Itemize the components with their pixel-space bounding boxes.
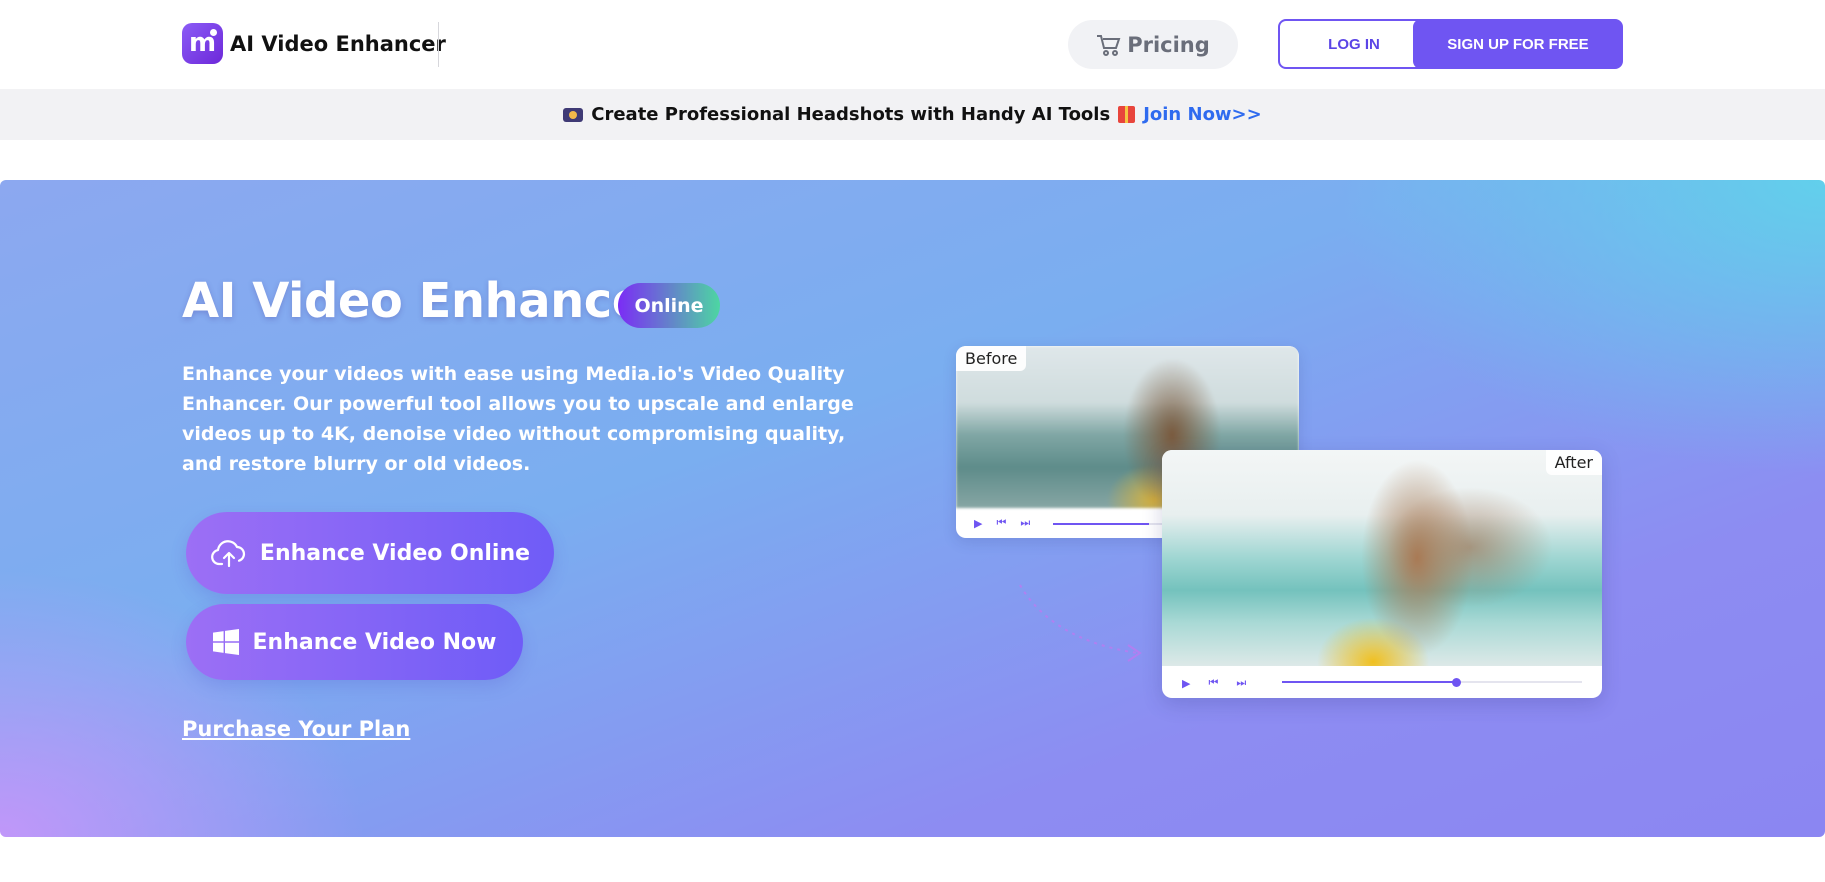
cart-icon bbox=[1097, 34, 1121, 56]
after-progress-fill bbox=[1282, 681, 1456, 683]
top-nav: m AI Video Enhancer Pricing LOG IN SIGN … bbox=[0, 0, 1825, 89]
purchase-plan-link[interactable]: Purchase Your Plan bbox=[182, 717, 410, 741]
play-icon[interactable]: ▶ bbox=[1182, 677, 1190, 690]
enhance-now-label: Enhance Video Now bbox=[252, 629, 497, 655]
windows-icon bbox=[212, 629, 239, 655]
hero-section: AI Video Enhancer Online Enhance your vi… bbox=[0, 180, 1825, 837]
pricing-label: Pricing bbox=[1127, 32, 1210, 57]
camera-icon bbox=[563, 107, 584, 122]
online-badge: Online bbox=[618, 283, 720, 328]
join-now-link[interactable]: Join Now>> bbox=[1143, 104, 1262, 125]
signup-button[interactable]: SIGN UP FOR FREE bbox=[1413, 19, 1623, 69]
promo-text: Create Professional Headshots with Handy… bbox=[591, 104, 1111, 125]
login-button[interactable]: LOG IN bbox=[1278, 19, 1430, 69]
gift-icon bbox=[1118, 106, 1136, 123]
skip-back-icon[interactable]: ⏮ bbox=[1208, 677, 1218, 690]
play-icon[interactable]: ▶ bbox=[974, 517, 982, 530]
after-player-controls: ▶ ⏮ ⏭ bbox=[1162, 668, 1602, 698]
after-progress-knob[interactable] bbox=[1452, 678, 1461, 687]
enhance-video-online-button[interactable]: Enhance Video Online bbox=[186, 512, 554, 594]
cloud-upload-icon bbox=[211, 540, 245, 568]
pricing-link[interactable]: Pricing bbox=[1068, 20, 1238, 69]
skip-forward-icon[interactable]: ⏭ bbox=[1020, 517, 1030, 530]
after-progress-track[interactable] bbox=[1282, 681, 1582, 683]
hero-description: Enhance your videos with ease using Medi… bbox=[182, 363, 854, 475]
after-label: After bbox=[1545, 450, 1602, 475]
media-io-logo-icon: m bbox=[182, 23, 223, 64]
nav-divider bbox=[438, 22, 439, 67]
after-preview-card: After ▶ ⏮ ⏭ bbox=[1162, 450, 1602, 698]
curved-arrow-icon bbox=[1019, 584, 1142, 662]
before-label: Before bbox=[956, 346, 1027, 371]
logo-text: AI Video Enhancer bbox=[230, 31, 446, 56]
hero-title: AI Video Enhancer bbox=[182, 273, 667, 329]
before-progress-fill bbox=[1053, 523, 1149, 525]
logo[interactable]: m AI Video Enhancer bbox=[182, 23, 446, 64]
promo-banner: Create Professional Headshots with Handy… bbox=[0, 89, 1825, 140]
enhance-online-label: Enhance Video Online bbox=[259, 540, 531, 566]
skip-back-icon[interactable]: ⏮ bbox=[996, 517, 1006, 530]
enhance-video-now-button[interactable]: Enhance Video Now bbox=[186, 604, 523, 680]
skip-forward-icon[interactable]: ⏭ bbox=[1236, 677, 1246, 690]
after-video-frame bbox=[1162, 450, 1602, 666]
